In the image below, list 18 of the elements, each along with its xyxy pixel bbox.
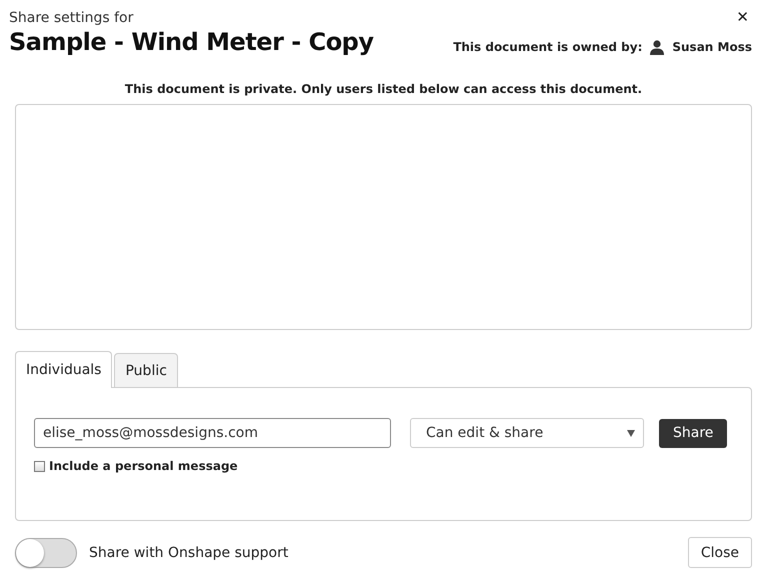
checkbox-label: Include a personal message (49, 459, 238, 473)
document-title: Sample - Wind Meter - Copy (9, 28, 374, 56)
toggle-label: Share with Onshape support (89, 544, 288, 560)
close-button[interactable]: Close (688, 537, 752, 568)
dialog-subtitle: Share settings for (9, 10, 134, 26)
close-icon[interactable]: ✕ (736, 8, 749, 26)
tab[interactable]: Individuals (15, 351, 112, 388)
person-icon (650, 40, 664, 54)
toggle-switch[interactable] (15, 538, 77, 568)
share-button[interactable]: Share (659, 418, 728, 448)
caret-icon (627, 430, 635, 436)
checkbox[interactable] (34, 460, 45, 472)
owner-label: This document is owned by: (453, 40, 642, 54)
tab[interactable]: Public (114, 353, 178, 388)
privacy-notice: This document is private. Only users listed below can access this document. (124, 82, 644, 96)
email-field[interactable]: elise_moss@mossdesigns.com (34, 418, 391, 448)
permission-dropdown[interactable]: Can edit & share (410, 418, 644, 448)
owner-name: Susan Moss (672, 40, 752, 54)
